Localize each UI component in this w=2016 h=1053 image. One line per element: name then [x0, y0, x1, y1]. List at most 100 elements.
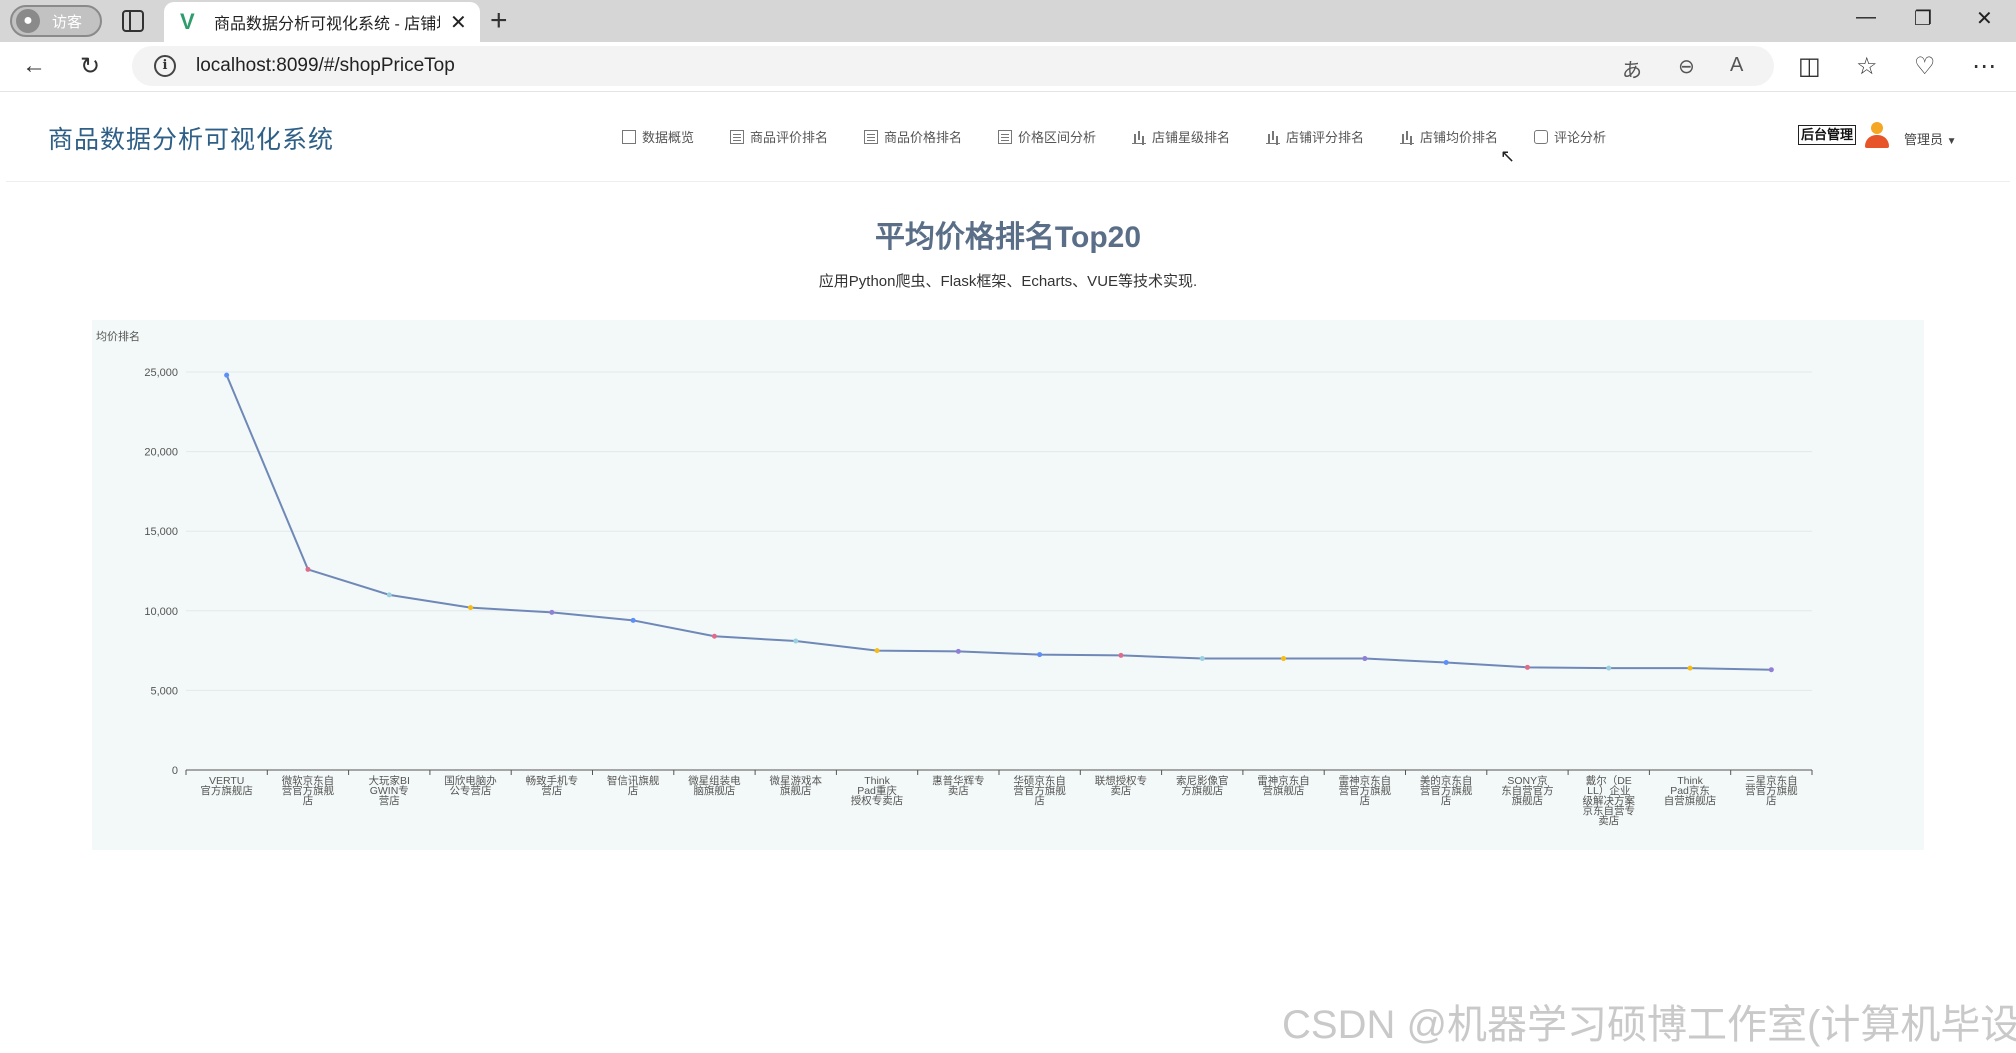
nav-label: 店铺评分排名: [1286, 130, 1365, 145]
data-point: [1281, 656, 1287, 662]
browser-essentials-icon[interactable]: ♡: [1914, 52, 1936, 81]
back-icon[interactable]: ←: [22, 52, 46, 80]
data-point: [1199, 656, 1205, 662]
y-tick-label: 5,000: [150, 685, 178, 697]
data-point: [1362, 656, 1368, 662]
site-info-icon[interactable]: i: [154, 55, 176, 77]
tab-actions-icon[interactable]: [122, 10, 144, 32]
translate-icon[interactable]: あ: [1622, 54, 1642, 83]
x-tick-label: 雷神京东自营旗舰店: [1257, 774, 1310, 797]
bar-chart-icon: [1266, 130, 1280, 144]
page-subtitle: 应用Python爬虫、Flask框架、Echarts、VUE等技术实现.: [818, 273, 1198, 290]
nav-item-shop-price[interactable]: 店铺均价排名: [1400, 127, 1498, 146]
data-point: [549, 609, 555, 615]
line-chart: 均价排名 0 5,000 10,000 15,000 20,000 25,000 VERTU 官…: [96, 329, 1813, 827]
data-point: [630, 617, 636, 623]
list-icon: [730, 129, 744, 144]
data-point: [1606, 665, 1612, 671]
reload-icon[interactable]: ↻: [80, 52, 100, 81]
nav-label: 数据概览: [642, 130, 695, 145]
split-screen-icon[interactable]: ◫: [1798, 52, 1821, 81]
y-tick-label: 10,000: [144, 606, 178, 618]
nav-label: 店铺星级排名: [1152, 130, 1231, 145]
y-axis-title: 均价排名: [96, 329, 140, 343]
restore-icon[interactable]: ❐: [1914, 6, 1932, 31]
x-tick-label: 雷神京东自营官方旗舰店: [1339, 774, 1392, 807]
browser-tab-strip: ● 访客 V 商品数据分析可视化系统 - 店铺均价排名 ✕ + — ❐ ✕: [0, 0, 2016, 42]
data-point: [1768, 667, 1774, 673]
nav-label: 评论分析: [1554, 130, 1607, 145]
x-tick-label: 联想授权专卖店: [1095, 774, 1148, 797]
x-tick-label: 三星京东自营官方旗舰店: [1745, 774, 1798, 807]
x-tick-label: 畅致手机专营店: [526, 774, 579, 797]
profile-label: 访客: [52, 13, 83, 31]
y-tick-label: 20,000: [144, 447, 178, 459]
x-tick-label: SONY京东自营官方旗舰店: [1501, 774, 1554, 807]
data-point: [711, 633, 717, 639]
nav-label: 商品评价排名: [750, 130, 829, 145]
x-tick-label: Think Pad京东自营旗舰店: [1664, 775, 1717, 807]
data-point: [386, 592, 392, 598]
series-line: [225, 374, 1772, 671]
nav-item-price-range[interactable]: 价格区间分析: [998, 127, 1096, 146]
x-tick-label: 微软京东自营官方旗舰店: [282, 774, 335, 807]
x-tick-label: 惠普华辉专卖店: [932, 774, 985, 797]
comment-icon: [1534, 129, 1548, 144]
bar-chart-icon: [1400, 130, 1414, 144]
x-tick-label: VERTU 官方旗舰店: [200, 775, 253, 797]
app-brand[interactable]: 商品数据分析可视化系统: [48, 120, 334, 156]
minimize-icon[interactable]: —: [1856, 6, 1876, 29]
read-aloud-icon[interactable]: A: [1730, 54, 1743, 77]
url-text[interactable]: localhost:8099/#/shopPriceTop: [196, 55, 455, 77]
more-menu-icon[interactable]: ⋯: [1972, 52, 1996, 81]
x-tick-label: 国欣电脑办公专营店: [444, 774, 497, 797]
y-tick-label: 25,000: [144, 367, 178, 379]
nav-item-shop-star[interactable]: 店铺星级排名: [1132, 127, 1230, 146]
nav-item-overview[interactable]: 数据概览: [622, 127, 694, 146]
avatar[interactable]: [1864, 122, 1890, 148]
data-point: [1037, 652, 1043, 658]
data-point: [1118, 652, 1124, 658]
bar-chart-icon: [1132, 130, 1146, 144]
data-point: [955, 648, 961, 654]
tab-title: 商品数据分析可视化系统 - 店铺均价排名: [214, 16, 440, 33]
data-point: [1687, 665, 1693, 671]
nav-item-shop-score[interactable]: 店铺评分排名: [1266, 127, 1364, 146]
caret-down-icon: ▼: [1946, 136, 1957, 147]
address-bar[interactable]: i localhost:8099/#/shopPriceTop あ ⊖ A: [132, 46, 1774, 86]
list-icon: [864, 129, 878, 144]
list-icon: [998, 129, 1012, 144]
mouse-cursor-icon: ↖: [1500, 146, 1516, 166]
data-point: [793, 638, 799, 644]
data-point: [1443, 660, 1449, 666]
close-window-icon[interactable]: ✕: [1976, 6, 1993, 31]
admin-button[interactable]: 后台管理: [1798, 125, 1857, 145]
data-point: [468, 605, 474, 611]
profile-button[interactable]: ● 访客: [10, 5, 102, 37]
data-point: [305, 566, 311, 572]
browser-tab-active[interactable]: V 商品数据分析可视化系统 - 店铺均价排名 ✕: [164, 2, 480, 42]
data-point: [224, 372, 230, 378]
user-menu[interactable]: 管理员 ▼: [1904, 129, 1957, 148]
x-tick-label: 微星游戏本旗舰店: [770, 774, 823, 797]
x-tick-label: 华硕京东自营官方旗舰店: [1013, 774, 1066, 807]
person-icon: ●: [16, 9, 40, 33]
nav-label: 店铺均价排名: [1420, 130, 1499, 145]
close-tab-icon[interactable]: ✕: [450, 10, 467, 35]
data-point: [1524, 664, 1530, 670]
nav-item-product-rating[interactable]: 商品评价排名: [730, 127, 828, 146]
app-header: 商品数据分析可视化系统 数据概览 商品评价排名 商品价格排名 价格区间分析 店铺…: [6, 92, 2010, 182]
data-point: [874, 648, 880, 654]
nav-item-product-price[interactable]: 商品价格排名: [864, 127, 962, 146]
doc-icon: [622, 129, 636, 144]
browser-toolbar: ← ↻ i localhost:8099/#/shopPriceTop あ ⊖ …: [0, 42, 2016, 92]
x-tick-label: 索尼影像官方旗舰店: [1176, 774, 1229, 797]
nav-item-comments[interactable]: 评论分析: [1534, 127, 1606, 146]
zoom-out-icon[interactable]: ⊖: [1678, 54, 1695, 79]
x-tick-label: 智信讯旗舰店: [607, 774, 660, 797]
favorites-icon[interactable]: ☆: [1856, 52, 1878, 81]
nav-label: 价格区间分析: [1018, 130, 1097, 145]
new-tab-icon[interactable]: +: [490, 4, 508, 38]
x-tick-label: 美的京东自营官方旗舰店: [1420, 774, 1473, 807]
x-tick-label: Think Pad重庆授权专卖店: [851, 775, 904, 807]
